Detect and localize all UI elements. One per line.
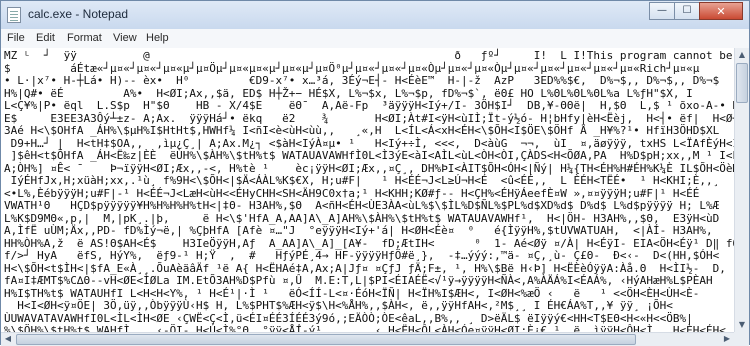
scroll-up-icon[interactable]: ▲ <box>737 50 747 60</box>
minimize-button[interactable]: — <box>649 2 675 20</box>
menu-bar: File Edit Format View Help <box>1 29 749 49</box>
text-editor[interactable]: MZ ᴸ ┘ ÿÿ @ ð ƒº┘ I! L I!This program ca… <box>1 48 734 332</box>
horizontal-scroll-thumb[interactable] <box>16 334 636 345</box>
scroll-right-icon[interactable]: ▶ <box>722 334 732 344</box>
resize-grip[interactable] <box>734 332 749 346</box>
close-button[interactable]: ✕ <box>699 2 743 20</box>
maximize-button[interactable]: ☐ <box>674 2 700 20</box>
menu-view[interactable]: View <box>113 32 137 44</box>
menu-format[interactable]: Format <box>67 32 102 44</box>
title-bar[interactable]: calc.exe - Notepad — ☐ ✕ <box>1 1 749 29</box>
scroll-left-icon[interactable]: ◀ <box>3 334 13 344</box>
menu-file[interactable]: File <box>7 32 25 44</box>
vertical-scroll-thumb[interactable] <box>736 63 748 103</box>
notepad-window: calc.exe - Notepad — ☐ ✕ File Edit Forma… <box>0 0 750 346</box>
menu-help[interactable]: Help <box>146 32 169 44</box>
horizontal-scrollbar[interactable]: ◀ ▶ <box>1 332 734 346</box>
notepad-icon <box>7 7 21 23</box>
window-title: calc.exe - Notepad <box>28 7 129 21</box>
editor-content[interactable]: MZ ᴸ ┘ ÿÿ @ ð ƒº┘ I! L I!This program ca… <box>1 48 734 332</box>
minimize-icon: — <box>657 5 667 16</box>
caption-buttons: — ☐ ✕ <box>649 2 743 20</box>
scroll-down-icon[interactable]: ▼ <box>737 320 747 330</box>
menu-edit[interactable]: Edit <box>36 32 55 44</box>
close-icon: ✕ <box>716 4 726 18</box>
maximize-icon: ☐ <box>682 5 692 16</box>
vertical-scrollbar[interactable]: ▲ ▼ <box>734 48 749 332</box>
